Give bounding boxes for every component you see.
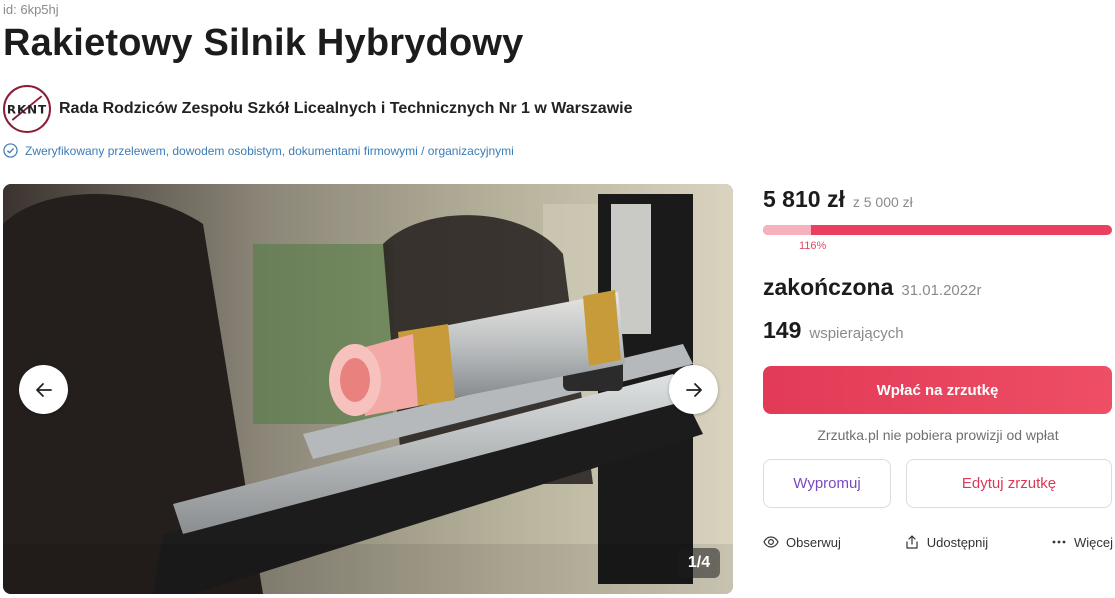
share-icon (906, 535, 918, 549)
amount-raised: 5 810 zł (763, 186, 845, 212)
more-action[interactable]: Więcej (1051, 534, 1113, 550)
supporters-row: 149 wspierających (763, 317, 1113, 344)
edit-button[interactable]: Edytuj zrzutkę (906, 459, 1112, 508)
supporters-label: wspierających (809, 325, 904, 342)
supporters-count: 149 (763, 317, 802, 343)
rocket-engine-photo (3, 184, 733, 594)
share-label: Udostępnij (926, 534, 989, 550)
funding-panel: 5 810 zł z 5 000 zł 116% zakończona 31.0… (763, 184, 1113, 550)
campaign-status: zakończona (763, 274, 894, 300)
page-title: Rakietowy Silnik Hybrydowy (3, 22, 524, 64)
photo-gallery[interactable]: 1/4 (3, 184, 733, 594)
arrow-right-icon (685, 382, 702, 397)
observe-action[interactable]: Obserwuj (763, 534, 841, 550)
more-dots-icon (1052, 540, 1066, 544)
amount-row: 5 810 zł z 5 000 zł (763, 186, 1113, 213)
verification-note: Zweryfikowany przelewem, dowodem osobist… (3, 143, 514, 158)
progress-percent: 116% (799, 240, 827, 252)
check-circle-icon (3, 143, 18, 158)
progress-bar (763, 225, 1112, 235)
eye-icon (763, 536, 779, 548)
pay-button[interactable]: Wpłać na zrzutkę (763, 366, 1112, 414)
status-row: zakończona 31.01.2022r (763, 274, 1113, 301)
promote-button[interactable]: Wypromuj (763, 459, 891, 508)
funding-goal: z 5 000 zł (852, 194, 913, 210)
organizer-logo-text: RKNT (7, 103, 47, 117)
gallery-next-button[interactable] (669, 365, 718, 414)
action-links: Obserwuj Udostępnij Więcej (763, 534, 1113, 550)
share-action[interactable]: Udostępnij (904, 534, 988, 550)
arrow-left-icon (35, 382, 52, 397)
organizer-name[interactable]: Rada Rodziców Zespołu Szkół Licealnych i… (59, 100, 632, 118)
campaign-id: id: 6kp5hj (3, 2, 59, 17)
no-fee-note: Zrzutka.pl nie pobiera prowizji od wpłat (817, 427, 1059, 443)
gallery-counter: 1/4 (678, 548, 720, 578)
progress-over-segment (763, 225, 811, 235)
organizer[interactable]: RKNT Rada Rodziców Zespołu Szkół Licealn… (3, 85, 632, 133)
observe-label: Obserwuj (786, 534, 841, 550)
gallery-prev-button[interactable] (19, 365, 68, 414)
secondary-buttons: Wypromuj Edytuj zrzutkę (763, 459, 1113, 508)
more-label: Więcej (1073, 534, 1113, 550)
end-date: 31.01.2022r (901, 282, 982, 299)
organizer-logo[interactable]: RKNT (3, 85, 51, 133)
verification-text: Zweryfikowany przelewem, dowodem osobist… (25, 143, 514, 158)
